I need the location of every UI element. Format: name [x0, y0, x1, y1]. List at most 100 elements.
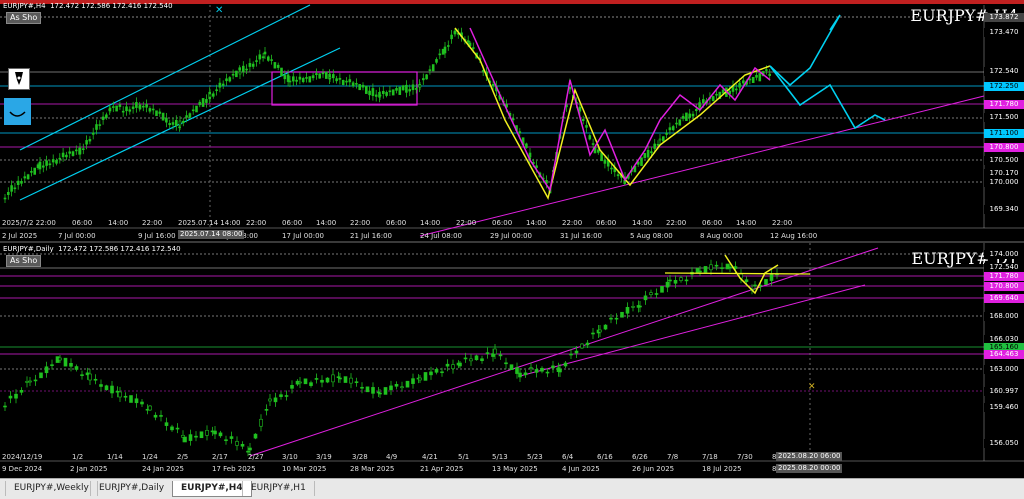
candle-body [463, 357, 468, 360]
h4-time-label: 12 Aug 16:00 [770, 232, 818, 240]
candle-body [165, 117, 168, 123]
candle-body [191, 109, 195, 112]
candle-body [741, 80, 745, 84]
candle-body [123, 395, 128, 398]
h4-as-show-button[interactable]: As Sho [6, 12, 42, 24]
h4-time-label: 22:00 [772, 219, 793, 227]
h4-time-label: 22:00 [350, 219, 371, 227]
d1-time-label: 6/16 [597, 453, 613, 461]
candle-body [148, 108, 152, 112]
candle-body [381, 90, 385, 94]
d1-as-show-button[interactable]: As Sho [6, 255, 42, 267]
candle-body [290, 385, 294, 389]
candle-body [744, 279, 749, 282]
candle-body [755, 75, 758, 78]
h4-time-label: 06:00 [492, 219, 513, 227]
candle-body [338, 377, 342, 380]
candle-body [610, 167, 613, 170]
candle-body [673, 279, 678, 284]
candle-body [20, 181, 23, 184]
h4-time-label: 2 Jul 2025 [2, 232, 38, 240]
svg-text:✕: ✕ [215, 5, 223, 16]
candle-body [640, 157, 643, 166]
candle-body [112, 106, 115, 108]
candle-body [51, 159, 55, 163]
d1-chart-canvas[interactable]: ✕ [0, 243, 1024, 476]
candle-body [3, 405, 7, 408]
h4-time-label: 06:00 [596, 219, 617, 227]
candle-body [28, 380, 32, 383]
candle-body [509, 364, 514, 370]
candle-body [213, 430, 217, 435]
h4-time-label: 14:00 [108, 219, 129, 227]
candle-body [208, 93, 212, 98]
candle-body [168, 123, 171, 126]
candle-body [118, 104, 122, 107]
candle-body [280, 67, 283, 77]
candle-body [321, 72, 325, 75]
d1-time-label: 1/24 [142, 453, 158, 461]
candle-body [7, 191, 10, 195]
d1-time-label: 2/5 [177, 453, 189, 461]
h4-time-label: 22:00 [142, 219, 163, 227]
candle-body [341, 79, 345, 85]
h4-time-label: 5 Aug 08:00 [630, 232, 673, 240]
candle-body [385, 92, 388, 96]
candle-body [578, 106, 582, 112]
candle-body [480, 358, 484, 362]
candle-body [603, 324, 608, 330]
h4-time-label: 06:00 [702, 219, 723, 227]
tab-eurjpy-weekly[interactable]: EURJPY#,Weekly [5, 481, 98, 496]
tab-eurjpy-h4[interactable]: EURJPY#,H4 [172, 481, 252, 497]
d1-price-label: 170.800 [984, 282, 1024, 291]
candle-body [335, 78, 338, 82]
candle-body [371, 88, 375, 96]
candle-body [91, 132, 95, 135]
candle-body [646, 150, 650, 158]
candle-body [198, 101, 202, 106]
candle-body [650, 151, 653, 154]
candle-body [170, 426, 174, 431]
candle-body [3, 197, 7, 200]
candle-body [104, 385, 109, 391]
candle-body [10, 185, 13, 192]
d1-time-label: 5/1 [458, 453, 470, 461]
chart-tab-bar: EURJPY#,Weekly EURJPY#,Daily EURJPY#,H4 EUR… [0, 478, 1024, 499]
h4-crosshair-time: 2025.07.14 08:00 [178, 230, 245, 239]
d1-chart-pane[interactable]: ✕ EURJPY#,Daily 172.472 172.586 172.416 … [0, 243, 1024, 476]
candle-body [158, 111, 162, 114]
candle-body [518, 372, 522, 378]
candle-body [428, 69, 432, 71]
candle-body [405, 84, 408, 93]
candle-body [638, 305, 642, 308]
d1-time-label: 9 Dec 2024 [2, 465, 43, 473]
candle-body [668, 279, 672, 282]
candle-body [371, 387, 375, 394]
candle-body [80, 374, 84, 376]
candle-body [298, 381, 302, 384]
d1-time-label: 7/18 [702, 453, 718, 461]
h4-chart-pane[interactable]: ✕ EURJPY#,H4 172.472 172.586 172.416 172… [0, 0, 1024, 242]
candle-body [453, 30, 457, 35]
candle-body [591, 143, 595, 145]
d1-time-label: 24 Jan 2025 [142, 465, 184, 473]
tab-eurjpy-h1[interactable]: EURJPY#,H1 [242, 481, 315, 496]
h4-price-label: 170.500 [984, 156, 1024, 165]
h4-time-label: 7 Jul 00:00 [58, 232, 96, 240]
candle-body [135, 102, 138, 108]
candle-body [99, 384, 103, 387]
candle-body [263, 51, 267, 55]
d1-crosshair-date: 2025.08.20 06:00 [776, 452, 843, 461]
candle-body [185, 115, 188, 118]
candle-body [98, 124, 102, 126]
h4-time-label: 22:00 [562, 219, 583, 227]
candle-body [378, 94, 382, 97]
object-list-icon[interactable] [4, 98, 31, 125]
d1-time-label: 5/23 [527, 453, 543, 461]
candle-body [368, 90, 371, 96]
candle-body [429, 371, 433, 376]
candle-body [643, 153, 647, 159]
tab-eurjpy-daily[interactable]: EURJPY#,Daily [90, 481, 174, 496]
h4-chart-canvas[interactable]: ✕ [0, 0, 1024, 242]
pen-tool-icon[interactable] [8, 68, 30, 90]
